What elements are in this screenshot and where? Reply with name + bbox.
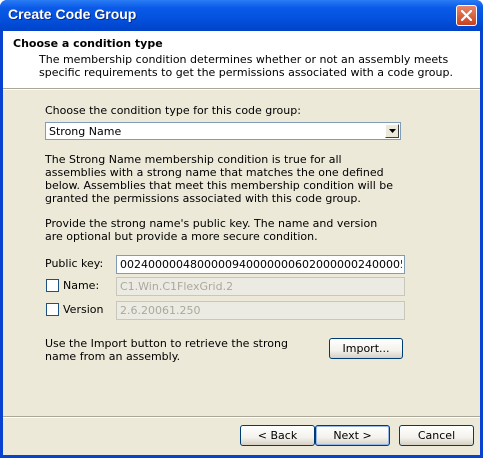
name-value: C1.Win.C1FlexGrid.2 [120,280,234,293]
version-input[interactable]: 2.6.20061.250 [116,301,405,320]
public-key-instructions: Provide the strong name's public key. Th… [45,217,378,243]
header-title: Choose a condition type [13,37,163,50]
version-checkbox[interactable] [46,303,59,316]
public-key-label: Public key: [45,257,104,270]
create-code-group-dialog: Create Code Group Choose a condition typ… [0,0,483,458]
window-title: Create Code Group [8,6,137,22]
header-description: The membership condition determines whet… [39,53,453,79]
condition-type-select[interactable]: Strong Name [45,122,401,140]
import-button[interactable]: Import... [329,338,403,359]
title-bar[interactable]: Create Code Group [0,0,483,31]
name-input[interactable]: C1.Win.C1FlexGrid.2 [116,277,405,296]
header-divider [3,89,480,90]
condition-type-prompt: Choose the condition type for this code … [45,104,301,117]
version-label: Version [63,303,104,316]
wizard-header: Choose a condition type The membership c… [3,31,480,89]
chevron-down-icon [389,129,396,133]
name-checkbox[interactable] [46,279,59,292]
condition-explanation: The Strong Name membership condition is … [45,153,394,205]
cancel-button[interactable]: Cancel [399,425,474,446]
next-button[interactable]: Next > [315,425,390,446]
dialog-body: Choose a condition type The membership c… [3,31,480,455]
back-button[interactable]: < Back [240,425,315,446]
version-value: 2.6.20061.250 [120,304,201,317]
condition-type-value: Strong Name [49,125,122,138]
name-label: Name: [63,279,100,292]
dropdown-button[interactable] [385,124,399,138]
footer-divider-highlight [3,417,480,418]
import-hint: Use the Import button to retrieve the st… [45,337,288,363]
close-button[interactable] [456,5,477,26]
close-icon [461,10,472,21]
public-key-input[interactable]: 0024000004800000940000000602000000240000… [116,255,405,274]
public-key-value: 0024000004800000940000000602000000240000… [120,258,402,271]
